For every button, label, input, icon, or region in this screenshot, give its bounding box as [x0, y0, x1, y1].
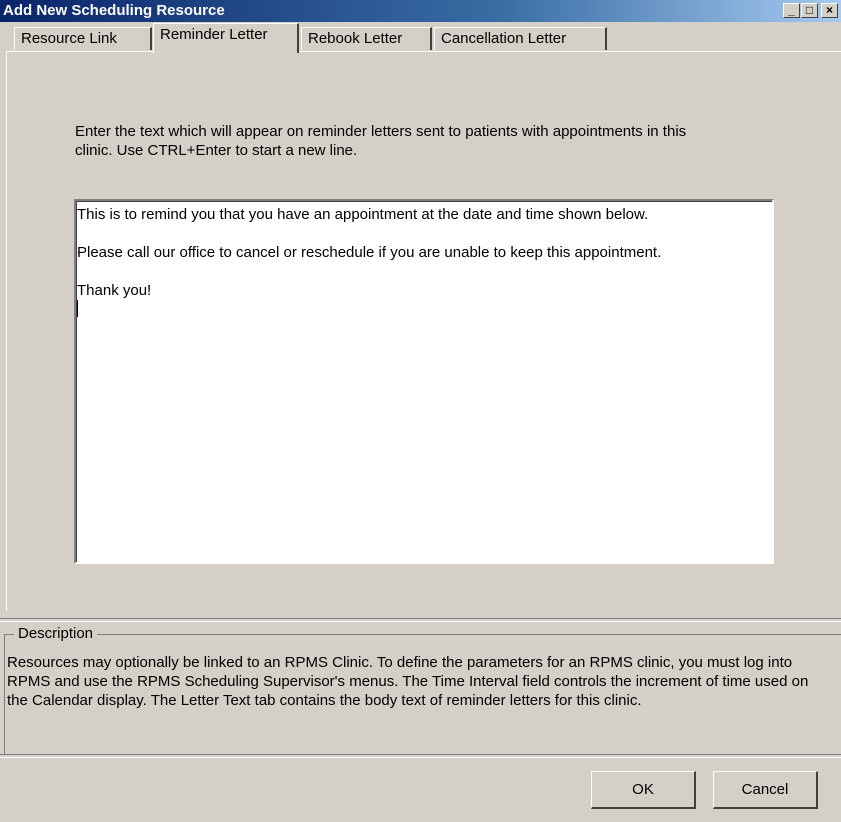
- minimize-button[interactable]: _: [783, 3, 800, 18]
- tab-resource-link[interactable]: Resource Link: [14, 27, 152, 50]
- window-title: Add New Scheduling Resource: [3, 2, 225, 19]
- tab-cancellation-letter[interactable]: Cancellation Letter: [434, 27, 607, 50]
- reminder-letter-textarea[interactable]: This is to remind you that you have an a…: [74, 199, 774, 564]
- maximize-button[interactable]: □: [801, 3, 818, 18]
- title-bar[interactable]: Add New Scheduling Resource _ □ ×: [0, 0, 841, 22]
- tab-rebook-letter[interactable]: Rebook Letter: [301, 27, 432, 50]
- tab-reminder-letter[interactable]: Reminder Letter: [153, 23, 299, 53]
- ok-button[interactable]: OK: [591, 771, 696, 809]
- divider: [0, 754, 841, 758]
- text-caret: [77, 300, 78, 317]
- letter-paragraph: Thank you!: [77, 282, 152, 299]
- cancel-button[interactable]: Cancel: [713, 771, 818, 809]
- close-button[interactable]: ×: [821, 3, 838, 18]
- dialog-window: Add New Scheduling Resource _ □ × Resour…: [0, 0, 841, 822]
- letter-paragraph: This is to remind you that you have an a…: [77, 206, 649, 223]
- divider: [0, 618, 841, 622]
- description-legend: Description: [14, 625, 98, 642]
- instructions-text: Enter the text which will appear on remi…: [75, 123, 687, 159]
- description-text: Resources may optionally be linked to an…: [7, 654, 809, 709]
- letter-paragraph: Please call our office to cancel or resc…: [77, 244, 662, 261]
